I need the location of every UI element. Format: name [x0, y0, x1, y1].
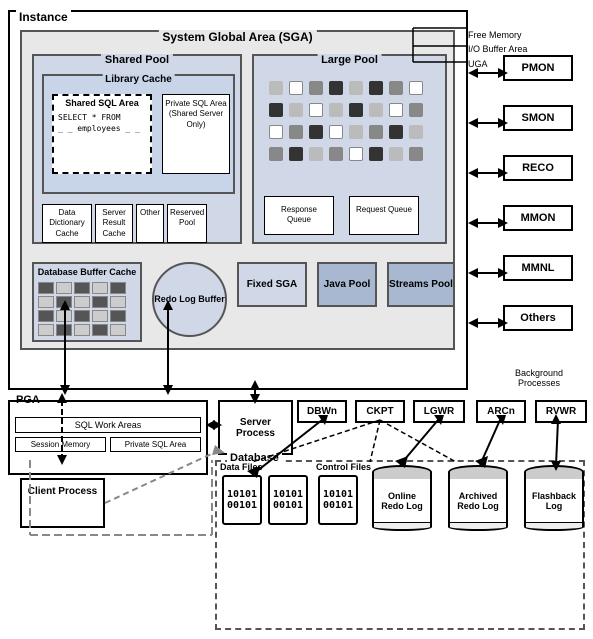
- java-pool-label: Java Pool: [324, 279, 371, 290]
- large-pool-dots: [264, 76, 434, 176]
- sql-work-areas-box: SQL Work Areas: [15, 417, 201, 433]
- server-process-box: Server Process: [218, 400, 293, 455]
- sql-example-text: SELECT * FROM_ _ employees _ _: [54, 110, 150, 136]
- server-process-label: Server Process: [220, 417, 291, 439]
- fixed-sga-label: Fixed SGA: [247, 279, 298, 290]
- instance-box: Instance System Global Area (SGA) Shared…: [8, 10, 468, 390]
- arcn-box: ARCn: [476, 400, 526, 423]
- db-buffer-cache-box: Database Buffer Cache: [32, 262, 142, 342]
- sga-box: System Global Area (SGA) Shared Pool Lib…: [20, 30, 455, 350]
- sga-label: System Global Area (SGA): [158, 30, 316, 44]
- shared-sql-area-box: Shared SQL Area SELECT * FROM_ _ employe…: [52, 94, 152, 174]
- other-box: Other: [136, 204, 164, 243]
- ckpt-box: CKPT: [355, 400, 405, 423]
- diagram-container: Instance System Global Area (SGA) Shared…: [0, 0, 593, 639]
- request-queue-box: Request Queue: [349, 196, 419, 235]
- fixed-sga-box: Fixed SGA: [237, 262, 307, 307]
- library-cache-label: Library Cache: [102, 74, 175, 85]
- small-boxes-row: Data Dictionary Cache Server Result Cach…: [42, 204, 207, 243]
- control-files-label: Control Files: [316, 462, 371, 472]
- library-cache-box: Library Cache Shared SQL Area SELECT * F…: [42, 74, 235, 194]
- session-memory-box: Session Memory: [15, 437, 106, 452]
- client-process-box: Client Process: [20, 478, 105, 528]
- dbwn-box: DBWn: [297, 400, 347, 423]
- pmon-label: PMON: [522, 62, 555, 74]
- flashback-log-cyl: FlashbackLog: [524, 465, 584, 531]
- redo-log-buffer-box: Redo Log Buffer: [152, 262, 227, 337]
- data-file-cyl-2: 1010100101: [268, 475, 308, 525]
- streams-pool-label: Streams Pool: [389, 279, 453, 290]
- buffer-grid: [34, 278, 140, 340]
- private-sql-box: Private SQL Area (Shared Server Only): [162, 94, 230, 174]
- rvwr-box: RVWR: [535, 400, 587, 423]
- large-pool-box: Large Pool Response Queue Request Queue: [252, 54, 447, 244]
- memory-lines-svg: [403, 18, 473, 78]
- shared-sql-label: Shared SQL Area: [54, 96, 150, 110]
- server-result-box: Server Result Cache: [95, 204, 133, 243]
- response-queue-box: Response Queue: [264, 196, 334, 235]
- data-files-label: Data Files: [220, 462, 263, 472]
- db-buffer-label: Database Buffer Cache: [34, 264, 140, 278]
- streams-pool-box: Streams Pool: [387, 262, 455, 307]
- control-file-cyl: 1010100101: [318, 475, 358, 525]
- shared-pool-box: Shared Pool Library Cache Shared SQL Are…: [32, 54, 242, 244]
- others-label: Others: [520, 312, 555, 324]
- data-dict-box: Data Dictionary Cache: [42, 204, 92, 243]
- smon-label: SMON: [522, 112, 555, 124]
- queue-boxes: Response Queue Request Queue: [264, 196, 419, 235]
- reserved-pool-box: Reserved Pool: [167, 204, 207, 243]
- shared-pool-label: Shared Pool: [101, 54, 173, 66]
- redo-log-buffer-label: Redo Log Buffer: [154, 294, 225, 306]
- private-sql-label: Private SQL Area (Shared Server Only): [165, 99, 227, 129]
- pga-bottom-row: Session Memory Private SQL Area: [10, 437, 206, 452]
- instance-label: Instance: [16, 10, 71, 24]
- private-sql-area-box: Private SQL Area: [110, 437, 201, 452]
- bg-arrows-svg: [468, 55, 523, 395]
- archived-redo-log-cyl: ArchivedRedo Log: [448, 465, 508, 531]
- pga-label: PGA: [16, 394, 40, 406]
- online-redo-log-cyl: OnlineRedo Log: [372, 465, 432, 531]
- mmnl-label: MMNL: [522, 262, 555, 274]
- reco-label: RECO: [522, 162, 554, 174]
- data-file-cyl-1: 1010100101: [222, 475, 262, 525]
- mmon-label: MMON: [521, 212, 556, 224]
- java-pool-box: Java Pool: [317, 262, 377, 307]
- pga-box: PGA SQL Work Areas Session Memory Privat…: [8, 400, 208, 475]
- large-pool-label: Large Pool: [317, 54, 382, 66]
- lgwr-box: LGWR: [413, 400, 465, 423]
